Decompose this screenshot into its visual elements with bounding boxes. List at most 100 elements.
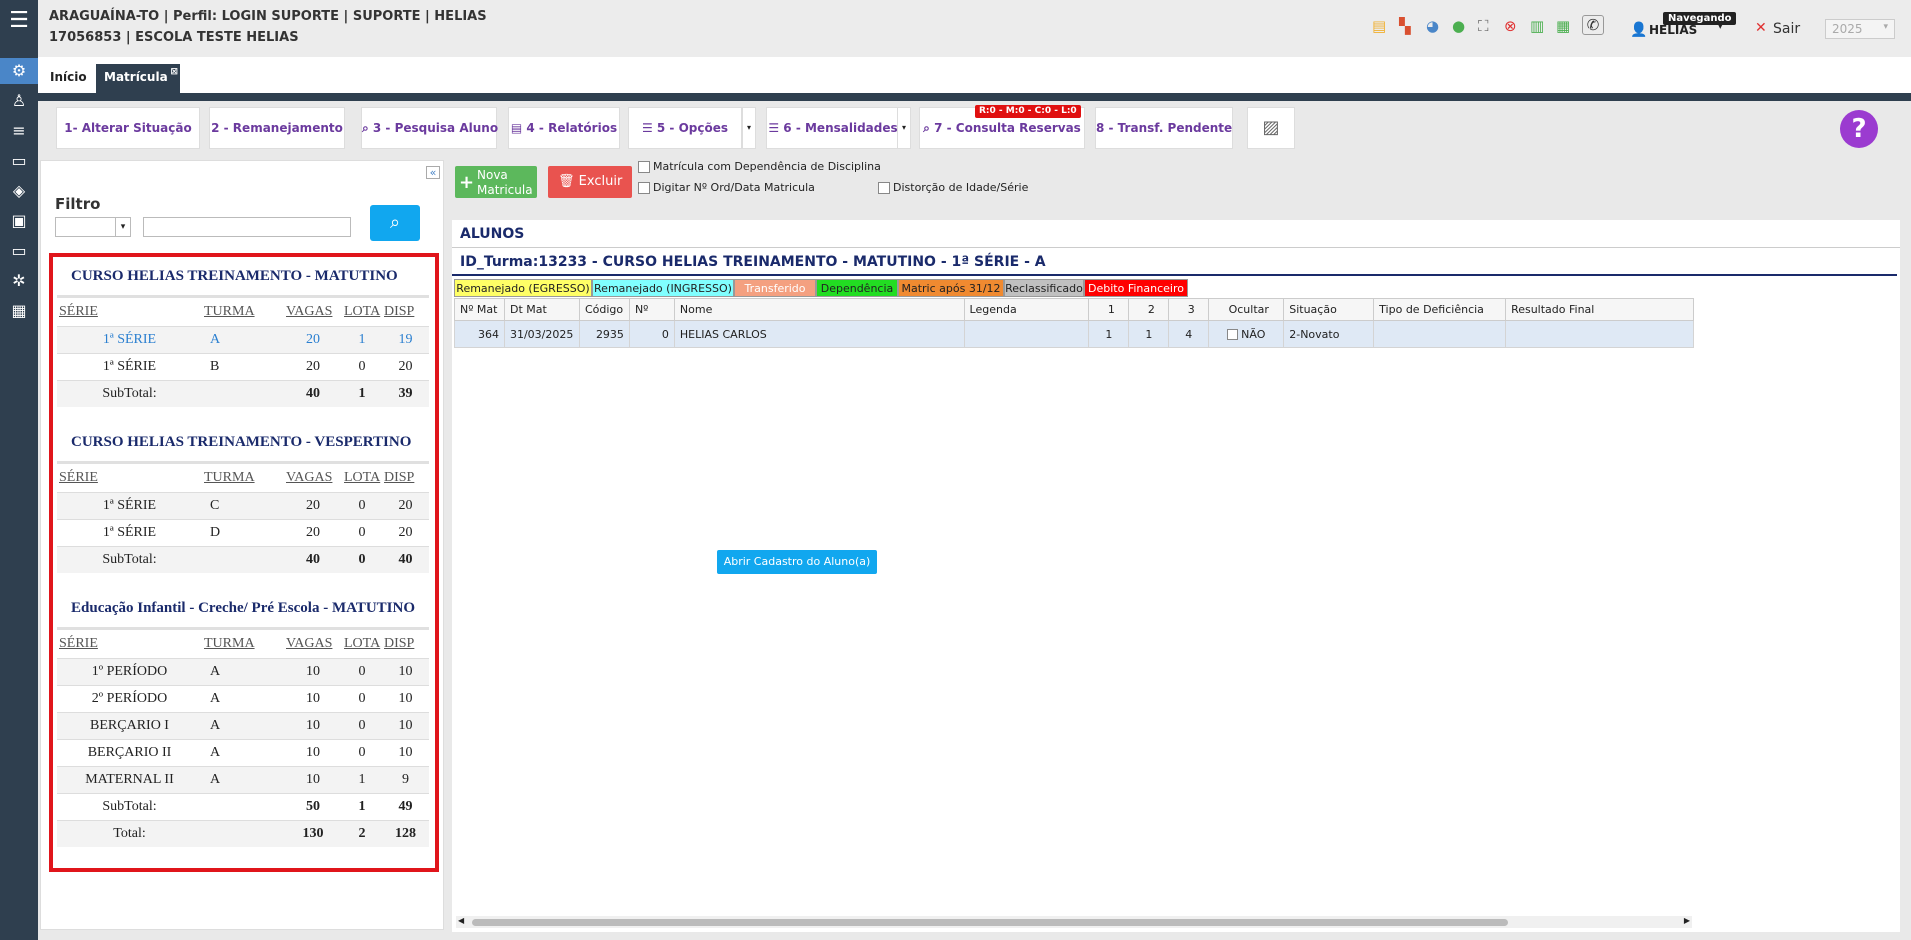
excluir-button[interactable]: 🗑 Excluir: [548, 166, 632, 198]
list-icon[interactable]: ≡: [0, 118, 38, 144]
search-button[interactable]: ⌕: [370, 205, 420, 241]
column-header[interactable]: LOTA: [342, 630, 382, 658]
table-row[interactable]: MATERNAL II A 10 1 9: [57, 765, 429, 793]
collapse-icon[interactable]: «: [426, 166, 440, 179]
opcoes-button[interactable]: ☰ 5 - Opções: [628, 107, 742, 149]
cell-text: NÃO: [1241, 327, 1266, 341]
table-cell: 50: [284, 792, 342, 820]
alterar-situacao-button[interactable]: 1- Alterar Situação: [56, 107, 200, 149]
column-header[interactable]: TURMA: [202, 464, 284, 492]
whatsapp-icon[interactable]: ✆: [1582, 15, 1604, 35]
scrollbar[interactable]: ◀ ▶: [456, 916, 1692, 928]
column-header[interactable]: Nº Mat: [454, 298, 505, 321]
column-header[interactable]: Legenda: [963, 298, 1090, 321]
close-icon[interactable]: ✕: [1755, 20, 1767, 36]
print-icon[interactable]: ▥: [1530, 17, 1544, 35]
monitor-icon[interactable]: ▭: [0, 238, 38, 264]
nova-matricula-button[interactable]: + Nova Matricula: [455, 166, 537, 198]
boxes-icon[interactable]: ◈: [0, 178, 38, 204]
card-icon[interactable]: ▭: [0, 148, 38, 174]
menu-icon[interactable]: ☰: [0, 8, 38, 34]
table-icon[interactable]: ▦: [0, 298, 38, 324]
table-row[interactable]: 1º PERÍODO A 10 0 10: [57, 657, 429, 685]
table-row[interactable]: 2º PERÍODO A 10 0 10: [57, 684, 429, 712]
table-cell: SubTotal:: [57, 545, 202, 573]
checkbox[interactable]: [878, 182, 890, 194]
column-header[interactable]: SÉRIE: [57, 464, 202, 492]
chevron-right-icon[interactable]: ▶: [1684, 916, 1690, 925]
checkbox[interactable]: [638, 182, 650, 194]
transf-pendente-button[interactable]: 8 - Transf. Pendente: [1095, 107, 1233, 149]
gears-icon[interactable]: ⚙: [0, 58, 38, 84]
person-icon[interactable]: ♙: [0, 88, 38, 114]
remanejamento-button[interactable]: 2 - Remanejamento: [209, 107, 345, 149]
column-header[interactable]: 3: [1168, 298, 1210, 321]
table-row[interactable]: 1ª SÉRIE D 20 0 20: [57, 518, 429, 546]
pie-chart-icon[interactable]: ◕: [1426, 17, 1439, 35]
chevron-down-icon[interactable]: ▾: [1718, 22, 1723, 32]
table-cell: 1ª SÉRIE: [57, 352, 202, 380]
grid-icon[interactable]: ▦: [1556, 17, 1570, 35]
table-row[interactable]: 1ª SÉRIE C 20 0 20: [57, 491, 429, 519]
column-header[interactable]: 1: [1088, 298, 1130, 321]
table-row[interactable]: BERÇARIO I A 10 0 10: [57, 711, 429, 739]
column-header[interactable]: Ocultar: [1208, 298, 1285, 321]
close-tab-icon[interactable]: ⊠: [170, 59, 178, 86]
column-header[interactable]: SÉRIE: [57, 298, 202, 326]
column-header[interactable]: TURMA: [202, 630, 284, 658]
column-header[interactable]: 2: [1128, 298, 1170, 321]
filter-select[interactable]: ▾: [55, 217, 131, 237]
abrir-cadastro-button[interactable]: Abrir Cadastro do Aluno(a): [717, 550, 877, 574]
column-header[interactable]: Código: [578, 298, 630, 321]
column-header[interactable]: VAGAS: [284, 630, 342, 658]
column-header[interactable]: TURMA: [202, 298, 284, 326]
fullscreen-icon[interactable]: ⛶: [1478, 17, 1489, 35]
column-header[interactable]: Tipo de Deficiência: [1373, 298, 1507, 321]
gear-icon[interactable]: ✲: [0, 268, 38, 294]
column-header[interactable]: DISP: [382, 464, 429, 492]
mensalidades-dropdown[interactable]: ▾: [897, 107, 911, 149]
column-header[interactable]: Resultado Final: [1505, 298, 1694, 321]
column-header[interactable]: VAGAS: [284, 298, 342, 326]
checkbox[interactable]: [638, 161, 650, 173]
column-header[interactable]: LOTA: [342, 298, 382, 326]
table-row[interactable]: 1ª SÉRIE A 20 1 19: [57, 325, 429, 353]
column-header[interactable]: Nome: [673, 298, 965, 321]
bus-icon[interactable]: ▣: [0, 208, 38, 234]
chk-distorcao[interactable]: Distorção de Idade/Série: [878, 181, 1028, 194]
help-button[interactable]: ?: [1840, 110, 1878, 148]
mensalidades-button[interactable]: ☰ 6 - Mensalidades: [766, 107, 900, 149]
column-header[interactable]: DISP: [382, 630, 429, 658]
chk-dependencia[interactable]: Matrícula com Dependência de Disciplina: [638, 160, 881, 173]
table-cell: 31/03/2025: [503, 320, 580, 348]
column-header[interactable]: DISP: [382, 298, 429, 326]
table-row[interactable]: 364 31/03/2025 2935 0 HELIAS CARLOS 1 1 4 NÃO 2-N…: [454, 320, 1694, 348]
note-icon[interactable]: ▤: [1372, 17, 1386, 35]
tab-matricula[interactable]: Matrícula ⊠: [96, 64, 180, 93]
column-header[interactable]: Situação: [1283, 298, 1375, 321]
opcoes-dropdown[interactable]: ▾: [742, 107, 756, 149]
column-header[interactable]: VAGAS: [284, 464, 342, 492]
year-select[interactable]: 2025 ▾: [1825, 19, 1895, 39]
table-row[interactable]: BERÇARIO II A 10 0 10: [57, 738, 429, 766]
column-header[interactable]: Dt Mat: [503, 298, 580, 321]
map-icon[interactable]: ▚: [1399, 17, 1411, 35]
chat-icon[interactable]: ●: [1452, 17, 1465, 35]
table-cell: 1ª SÉRIE: [57, 491, 202, 519]
close-circle-icon[interactable]: ⊗: [1504, 17, 1517, 35]
chk-digitar[interactable]: Digitar Nº Ord/Data Matricula: [638, 181, 815, 194]
table-row[interactable]: 1ª SÉRIE B 20 0 20: [57, 352, 429, 380]
pesquisa-aluno-button[interactable]: ⌕ 3 - Pesquisa Aluno: [361, 107, 498, 149]
relatorios-button[interactable]: ▤ 4 - Relatórios: [508, 107, 620, 149]
gallery-icon[interactable]: ▨: [1247, 107, 1295, 149]
column-header[interactable]: Nº: [628, 298, 675, 321]
user-name[interactable]: HELIAS: [1649, 23, 1697, 37]
column-header[interactable]: SÉRIE: [57, 630, 202, 658]
column-header[interactable]: LOTA: [342, 464, 382, 492]
filter-input[interactable]: [143, 217, 351, 237]
tab-inicio[interactable]: Início: [42, 64, 95, 93]
checkbox[interactable]: [1227, 329, 1239, 340]
chevron-left-icon[interactable]: ◀: [458, 916, 464, 925]
scrollbar-thumb[interactable]: [472, 919, 1508, 926]
logout-button[interactable]: Sair: [1773, 21, 1800, 37]
